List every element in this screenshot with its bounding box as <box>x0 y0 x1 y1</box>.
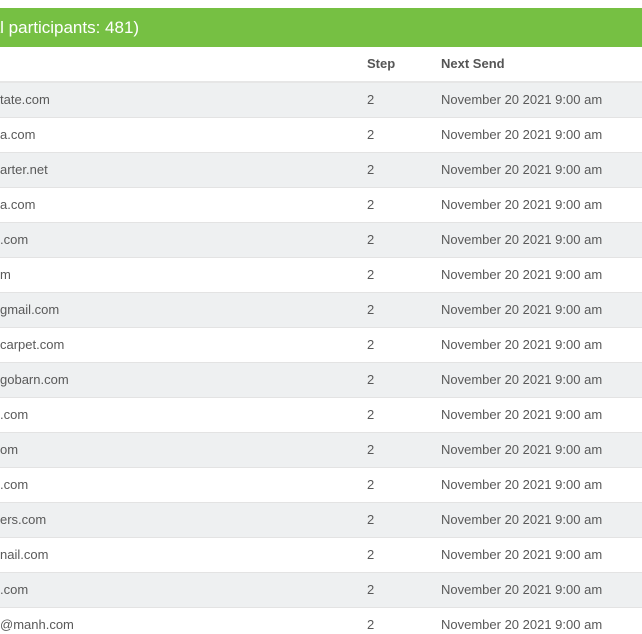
participant-email: gmail.com <box>0 302 60 317</box>
table-row[interactable]: a.com 2 November 20 2021 9:00 am <box>0 188 642 223</box>
table-row[interactable]: tate.com 2 November 20 2021 9:00 am <box>0 83 642 118</box>
table-row[interactable]: .com 2 November 20 2021 9:00 am <box>0 468 642 503</box>
column-header-step[interactable]: Step <box>367 47 395 81</box>
table-row[interactable]: ers.com 2 November 20 2021 9:00 am <box>0 503 642 538</box>
table-row[interactable]: om 2 November 20 2021 9:00 am <box>0 433 642 468</box>
participant-next-send: November 20 2021 9:00 am <box>441 302 603 317</box>
top-spacer <box>0 0 642 8</box>
participant-email: .com <box>0 477 29 492</box>
table-row[interactable]: .com 2 November 20 2021 9:00 am <box>0 223 642 258</box>
participant-step: 2 <box>367 302 375 317</box>
table-row[interactable]: @manh.com 2 November 20 2021 9:00 am <box>0 608 642 634</box>
participant-step: 2 <box>367 337 375 352</box>
participant-step: 2 <box>367 372 375 387</box>
participant-step: 2 <box>367 162 375 177</box>
participant-email: ers.com <box>0 512 47 527</box>
participant-next-send: November 20 2021 9:00 am <box>441 407 603 422</box>
table-row[interactable]: gobarn.com 2 November 20 2021 9:00 am <box>0 363 642 398</box>
participant-email: arter.net <box>0 162 48 177</box>
participant-step: 2 <box>367 442 375 457</box>
participant-email: @manh.com <box>0 617 74 632</box>
panel-title: tal participants: 481) <box>0 18 140 37</box>
table-row[interactable]: m 2 November 20 2021 9:00 am <box>0 258 642 293</box>
participants-table-body: tate.com 2 November 20 2021 9:00 am a.com 2 N… <box>0 83 642 634</box>
participant-step: 2 <box>367 477 375 492</box>
participant-email: a.com <box>0 197 36 212</box>
participant-step: 2 <box>367 547 375 562</box>
participant-email: .com <box>0 407 29 422</box>
participant-step: 2 <box>367 617 375 632</box>
participant-step: 2 <box>367 127 375 142</box>
table-row[interactable]: arter.net 2 November 20 2021 9:00 am <box>0 153 642 188</box>
participant-next-send: November 20 2021 9:00 am <box>441 477 603 492</box>
participant-next-send: November 20 2021 9:00 am <box>441 442 603 457</box>
participant-next-send: November 20 2021 9:00 am <box>441 92 603 107</box>
participant-next-send: November 20 2021 9:00 am <box>441 512 603 527</box>
table-row[interactable]: carpet.com 2 November 20 2021 9:00 am <box>0 328 642 363</box>
table-header-row: Step Next Send <box>0 47 642 83</box>
table-row[interactable]: .com 2 November 20 2021 9:00 am <box>0 398 642 433</box>
participant-next-send: November 20 2021 9:00 am <box>441 127 603 142</box>
participant-email: tate.com <box>0 92 50 107</box>
column-header-next-send[interactable]: Next Send <box>441 47 505 81</box>
participants-page: tal participants: 481) Step Next Send ta… <box>0 0 642 634</box>
participant-next-send: November 20 2021 9:00 am <box>441 197 603 212</box>
participant-email: m <box>0 267 11 282</box>
participant-step: 2 <box>367 197 375 212</box>
participant-step: 2 <box>367 92 375 107</box>
participant-email: .com <box>0 232 29 247</box>
table-row[interactable]: .com 2 November 20 2021 9:00 am <box>0 573 642 608</box>
participant-next-send: November 20 2021 9:00 am <box>441 162 603 177</box>
participant-next-send: November 20 2021 9:00 am <box>441 267 603 282</box>
panel-header: tal participants: 481) <box>0 8 642 47</box>
participant-step: 2 <box>367 232 375 247</box>
participant-step: 2 <box>367 582 375 597</box>
participant-next-send: November 20 2021 9:00 am <box>441 337 603 352</box>
table-row[interactable]: nail.com 2 November 20 2021 9:00 am <box>0 538 642 573</box>
participant-next-send: November 20 2021 9:00 am <box>441 232 603 247</box>
participant-email: .com <box>0 582 29 597</box>
participant-step: 2 <box>367 267 375 282</box>
table-row[interactable]: gmail.com 2 November 20 2021 9:00 am <box>0 293 642 328</box>
table-row[interactable]: a.com 2 November 20 2021 9:00 am <box>0 118 642 153</box>
participant-next-send: November 20 2021 9:00 am <box>441 617 603 632</box>
participant-next-send: November 20 2021 9:00 am <box>441 372 603 387</box>
participant-email: om <box>0 442 19 457</box>
participant-email: a.com <box>0 127 36 142</box>
participant-email: carpet.com <box>0 337 65 352</box>
participant-next-send: November 20 2021 9:00 am <box>441 547 603 562</box>
participant-email: nail.com <box>0 547 49 562</box>
participant-email: gobarn.com <box>0 372 69 387</box>
participant-step: 2 <box>367 512 375 527</box>
participant-next-send: November 20 2021 9:00 am <box>441 582 603 597</box>
participant-step: 2 <box>367 407 375 422</box>
